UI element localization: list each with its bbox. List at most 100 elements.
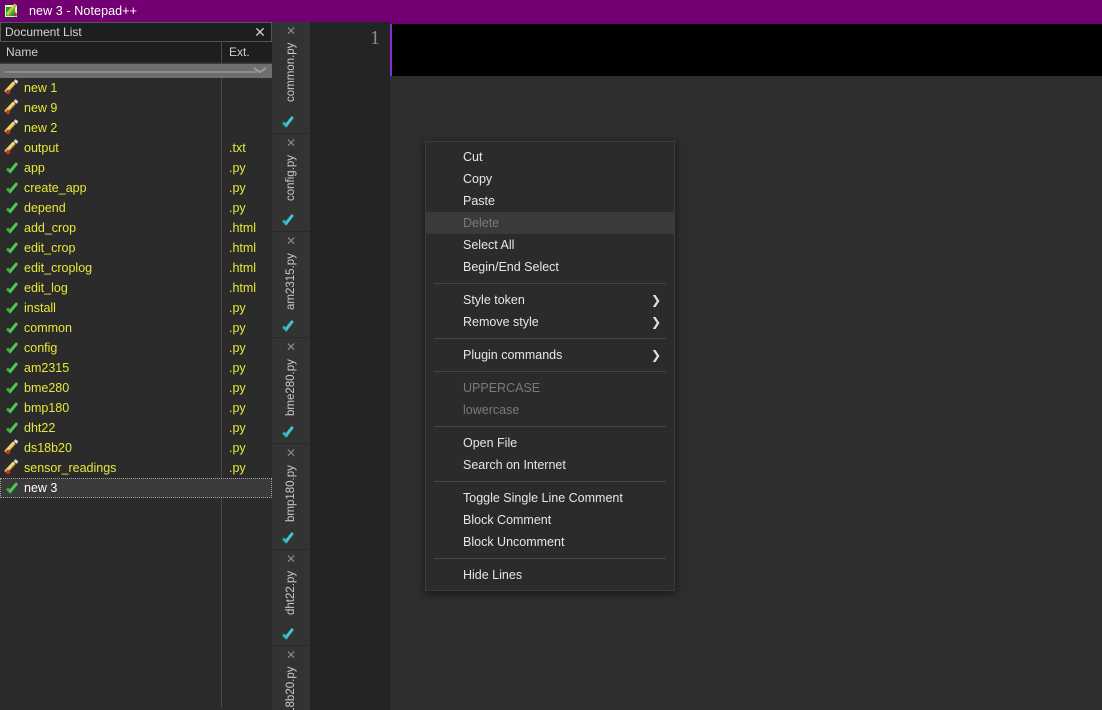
list-item-name: new 3 xyxy=(24,481,58,495)
list-item[interactable]: output .txt xyxy=(0,138,272,158)
chevron-down-icon[interactable] xyxy=(254,66,266,76)
menu-item[interactable]: Plugin commands ❯ xyxy=(426,344,674,366)
column-header-ext[interactable]: Ext. xyxy=(222,45,250,59)
check-icon xyxy=(4,198,24,218)
menu-item[interactable]: Begin/End Select xyxy=(426,256,674,278)
check-icon xyxy=(4,398,24,418)
menu-item[interactable]: Style token ❯ xyxy=(426,289,674,311)
close-icon[interactable]: ✕ xyxy=(272,234,310,248)
list-item-name: dht22 xyxy=(24,421,56,435)
list-item[interactable]: create_app .py xyxy=(0,178,272,198)
list-item[interactable]: app .py xyxy=(0,158,272,178)
menu-item[interactable]: Open File xyxy=(426,432,674,454)
menu-item-label: Style token xyxy=(463,293,525,307)
menu-item-label: Remove style xyxy=(463,315,539,329)
list-item[interactable]: bme280 .py xyxy=(0,378,272,398)
menu-item-label: Select All xyxy=(463,238,515,252)
list-item[interactable]: install .py xyxy=(0,298,272,318)
list-item-ext: .py xyxy=(229,321,246,335)
menu-item[interactable]: Block Comment xyxy=(426,509,674,531)
close-icon[interactable]: ✕ xyxy=(253,25,267,39)
pencil-icon xyxy=(4,118,24,138)
editor-tab[interactable]: ✕ bme280.py xyxy=(272,338,310,444)
document-list-header: Document List ✕ xyxy=(0,22,272,42)
menu-item[interactable]: Select All xyxy=(426,234,674,256)
close-icon[interactable]: ✕ xyxy=(272,446,310,460)
text-caret xyxy=(390,24,392,76)
list-item[interactable]: edit_croplog .html xyxy=(0,258,272,278)
pencil-icon xyxy=(4,98,24,118)
menu-item[interactable]: Hide Lines xyxy=(426,564,674,586)
list-item-name: install xyxy=(24,301,56,315)
list-item-name: sensor_readings xyxy=(24,461,117,475)
menu-item-label: Search on Internet xyxy=(463,458,566,472)
list-item-ext: .html xyxy=(229,221,257,235)
menu-separator xyxy=(434,481,666,482)
check-icon xyxy=(4,318,24,338)
menu-separator xyxy=(434,371,666,372)
editor-context-menu[interactable]: Cut Copy Paste Delete Select All Begin/End Se… xyxy=(425,141,675,591)
close-icon[interactable]: ✕ xyxy=(272,340,310,354)
menu-item[interactable]: Block Uncomment xyxy=(426,531,674,553)
menu-item[interactable]: Copy xyxy=(426,168,674,190)
menu-item: Delete xyxy=(426,212,674,234)
list-item-name: new 2 xyxy=(24,121,58,135)
document-list-panel: Document List ✕ Name Ext. new 1 new 9 new … xyxy=(0,22,272,710)
menu-item-label: Begin/End Select xyxy=(463,260,559,274)
editor-tab[interactable]: ✕ dht22.py xyxy=(272,550,310,646)
list-item[interactable]: new 2 xyxy=(0,118,272,138)
list-item[interactable]: common .py xyxy=(0,318,272,338)
list-item[interactable]: dht22 .py xyxy=(0,418,272,438)
menu-item-label: Copy xyxy=(463,172,493,186)
menu-item-label: Block Comment xyxy=(463,513,552,527)
close-icon[interactable]: ✕ xyxy=(272,136,310,150)
pencil-icon xyxy=(4,438,24,458)
close-icon[interactable]: ✕ xyxy=(272,648,310,662)
menu-item-label: Plugin commands xyxy=(463,348,563,362)
editor-tab[interactable]: ✕ common.py xyxy=(272,22,310,134)
saved-check-icon xyxy=(281,213,298,227)
horizontal-scrollbar[interactable] xyxy=(0,63,272,78)
vertical-tab-bar: ✕ common.py ✕ config.py ✕ am2315.py ✕ bme280.py… xyxy=(272,22,310,710)
line-number-gutter: 1 xyxy=(310,22,390,710)
list-item[interactable]: edit_crop .html xyxy=(0,238,272,258)
list-item[interactable]: new 3 xyxy=(0,478,272,498)
editor-tab-label: bme280.py xyxy=(285,359,297,416)
menu-item[interactable]: Remove style ❯ xyxy=(426,311,674,333)
list-item[interactable]: edit_log .html xyxy=(0,278,272,298)
list-item[interactable]: new 1 xyxy=(0,78,272,98)
close-icon[interactable]: ✕ xyxy=(272,552,310,566)
close-icon[interactable]: ✕ xyxy=(272,24,310,38)
list-item[interactable]: add_crop .html xyxy=(0,218,272,238)
list-item[interactable]: am2315 .py xyxy=(0,358,272,378)
check-icon xyxy=(4,358,24,378)
list-item[interactable]: new 9 xyxy=(0,98,272,118)
saved-check-icon xyxy=(281,627,298,641)
menu-item[interactable]: Search on Internet xyxy=(426,454,674,476)
menu-item-label: Toggle Single Line Comment xyxy=(463,491,623,505)
menu-item[interactable]: Toggle Single Line Comment xyxy=(426,487,674,509)
list-item-ext: .py xyxy=(229,361,246,375)
list-item-ext: .py xyxy=(229,441,246,455)
scrollbar-track[interactable] xyxy=(5,71,257,73)
list-item[interactable]: depend .py xyxy=(0,198,272,218)
list-item[interactable]: sensor_readings .py xyxy=(0,458,272,478)
check-icon xyxy=(4,158,24,178)
editor-tab[interactable]: ✕ bmp180.py xyxy=(272,444,310,550)
list-item[interactable]: bmp180 .py xyxy=(0,398,272,418)
editor-tab[interactable]: ✕ config.py xyxy=(272,134,310,232)
window-title: new 3 - Notepad++ xyxy=(29,4,138,18)
menu-item[interactable]: Cut xyxy=(426,146,674,168)
editor-tab[interactable]: ✕ ds18b20.py xyxy=(272,646,310,710)
check-icon xyxy=(4,238,24,258)
document-list-title: Document List xyxy=(5,25,82,39)
editor-tab[interactable]: ✕ am2315.py xyxy=(272,232,310,338)
menu-item[interactable]: Paste xyxy=(426,190,674,212)
menu-item-label: Block Uncomment xyxy=(463,535,565,549)
list-item-name: common xyxy=(24,321,72,335)
list-item[interactable]: ds18b20 .py xyxy=(0,438,272,458)
column-header-name[interactable]: Name xyxy=(0,45,221,59)
list-item-ext: .html xyxy=(229,241,257,255)
list-item[interactable]: config .py xyxy=(0,338,272,358)
menu-item: UPPERCASE xyxy=(426,377,674,399)
